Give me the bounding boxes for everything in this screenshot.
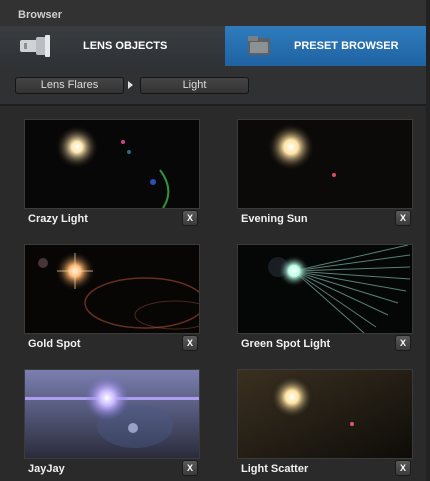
preset-thumbnail — [24, 244, 200, 334]
tab-preset-browser[interactable]: PRESET BROWSER — [225, 26, 430, 66]
preset-name: Gold Spot — [28, 338, 81, 350]
delete-preset-button[interactable]: X — [395, 335, 411, 351]
tab-label: PRESET BROWSER — [294, 40, 399, 52]
preset-name: Green Spot Light — [241, 338, 331, 350]
tab-lens-objects[interactable]: LENS OBJECTS — [0, 26, 225, 66]
preset-name: Light Scatter — [241, 463, 309, 475]
tab-bar: LENS OBJECTS PRESET BROWSER — [0, 26, 430, 66]
preset-card[interactable]: Crazy Light X — [24, 119, 200, 229]
preset-folder-icon — [247, 35, 271, 60]
breadcrumb-item-light[interactable]: Light — [140, 77, 249, 94]
lens-icon — [16, 32, 54, 63]
delete-preset-button[interactable]: X — [182, 210, 198, 226]
preset-name: JayJay — [28, 463, 65, 475]
scrollbar[interactable] — [426, 0, 430, 481]
breadcrumb: Lens Flares Light — [0, 66, 430, 106]
preset-name: Evening Sun — [241, 213, 308, 225]
preset-card[interactable]: Light Scatter X — [237, 369, 413, 479]
preset-card[interactable]: Green Spot Light X — [237, 244, 413, 354]
delete-preset-button[interactable]: X — [182, 460, 198, 476]
preset-thumbnail — [237, 369, 413, 459]
preset-thumbnail — [24, 369, 200, 459]
preset-thumbnail — [237, 119, 413, 209]
preset-card[interactable]: JayJay X — [24, 369, 200, 479]
preset-name: Crazy Light — [28, 213, 88, 225]
breadcrumb-item-lens-flares[interactable]: Lens Flares — [15, 77, 124, 94]
tab-label: LENS OBJECTS — [83, 40, 168, 52]
breadcrumb-arrow-icon — [128, 81, 133, 89]
preset-thumbnail — [24, 119, 200, 209]
delete-preset-button[interactable]: X — [395, 210, 411, 226]
preset-grid: Crazy Light X Evening Sun X Gold Spot X … — [0, 106, 430, 481]
panel-title: Browser — [18, 9, 63, 21]
panel-titlebar: Browser — [0, 0, 430, 27]
preset-card[interactable]: Evening Sun X — [237, 119, 413, 229]
delete-preset-button[interactable]: X — [395, 460, 411, 476]
preset-thumbnail — [237, 244, 413, 334]
preset-card[interactable]: Gold Spot X — [24, 244, 200, 354]
delete-preset-button[interactable]: X — [182, 335, 198, 351]
